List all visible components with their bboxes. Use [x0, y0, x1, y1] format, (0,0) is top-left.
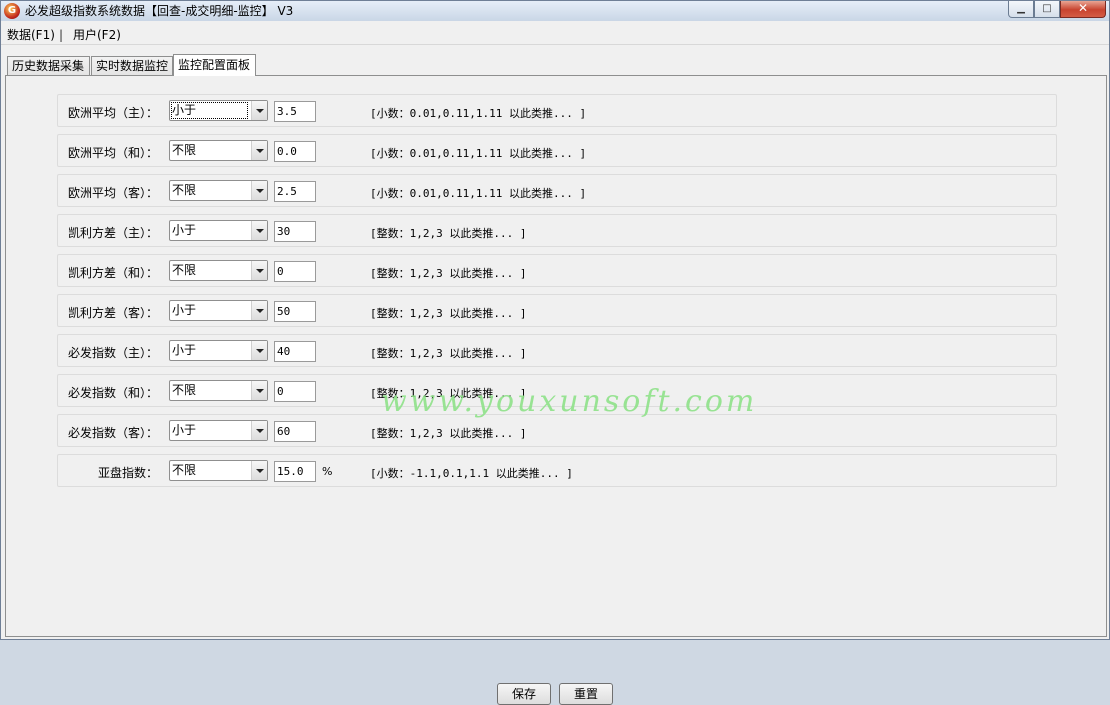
- threshold-input[interactable]: 15.0: [274, 461, 316, 482]
- close-button[interactable]: ✕: [1060, 1, 1106, 18]
- condition-select-value: 不限: [172, 383, 197, 397]
- row-label: 必发指数（和）：: [67, 386, 158, 400]
- chevron-down-icon[interactable]: [251, 421, 267, 440]
- menu-separator: |: [59, 28, 64, 42]
- menu-bar: 数据(F1) | 用户(F2): [1, 25, 1109, 45]
- format-hint: [小数：0.01,0.11,1.11 以此类推... ]: [370, 147, 587, 160]
- threshold-input[interactable]: 0: [274, 261, 316, 282]
- condition-select[interactable]: 不限: [169, 140, 268, 161]
- condition-select-value: 不限: [172, 143, 197, 157]
- format-hint: [小数：-1.1,0.1,1.1 以此类推... ]: [370, 467, 573, 480]
- tab-realtime-monitor[interactable]: 实时数据监控: [91, 56, 173, 76]
- condition-select[interactable]: 小于: [169, 300, 268, 321]
- minimize-button[interactable]: ▁: [1008, 1, 1034, 18]
- condition-select[interactable]: 不限: [169, 260, 268, 281]
- watermark: www.youxunsoft.com: [381, 384, 758, 419]
- maximize-button[interactable]: □: [1034, 1, 1060, 18]
- condition-select-value: 小于: [172, 423, 197, 437]
- condition-select-value: 不限: [172, 183, 197, 197]
- config-row: 欧洲平均（客）： 不限 2.5 [小数：0.01,0.11,1.11 以此类推... …: [57, 174, 1057, 207]
- chevron-down-icon[interactable]: [251, 381, 267, 400]
- threshold-input[interactable]: 60: [274, 421, 316, 442]
- threshold-input[interactable]: 2.5: [274, 181, 316, 202]
- tab-monitor-config[interactable]: 监控配置面板: [173, 54, 256, 76]
- maximize-icon: □: [1042, 3, 1052, 14]
- format-hint: [小数：0.01,0.11,1.11 以此类推... ]: [370, 107, 587, 120]
- threshold-input[interactable]: 30: [274, 221, 316, 242]
- row-label: 凯利方差（主）：: [67, 226, 158, 240]
- threshold-input[interactable]: 0.0: [274, 141, 316, 162]
- condition-select[interactable]: 小于: [169, 340, 268, 361]
- condition-select[interactable]: 小于: [169, 100, 268, 121]
- chevron-down-icon[interactable]: [251, 301, 267, 320]
- reset-button[interactable]: 重置: [559, 683, 613, 705]
- app-logo-icon: G: [4, 3, 20, 19]
- menu-data[interactable]: 数据(F1): [7, 25, 55, 45]
- config-panel: 欧洲平均（主）： 小于 3.5 [小数：0.01,0.11,1.11 以此类推... …: [5, 75, 1107, 705]
- title-bar[interactable]: G 必发超级指数系统数据【回查-成交明细-监控】 V3 ▁ □ ✕: [1, 1, 1109, 21]
- row-label: 必发指数（主）：: [67, 346, 158, 360]
- app-window: G 必发超级指数系统数据【回查-成交明细-监控】 V3 ▁ □ ✕ 数据(F1)…: [0, 0, 1110, 705]
- condition-select[interactable]: 不限: [169, 460, 268, 481]
- config-row: 欧洲平均（主）： 小于 3.5 [小数：0.01,0.11,1.11 以此类推... …: [57, 94, 1057, 127]
- condition-select-value: 不限: [172, 463, 197, 477]
- chevron-down-icon[interactable]: [251, 461, 267, 480]
- config-row: 凯利方差（客）： 小于 50 [整数：1,2,3 以此类推... ]: [57, 294, 1057, 327]
- save-button[interactable]: 保存: [497, 683, 551, 705]
- condition-select[interactable]: 不限: [169, 380, 268, 401]
- condition-select-value: 不限: [172, 263, 197, 277]
- threshold-input[interactable]: 50: [274, 301, 316, 322]
- row-label: 凯利方差（客）：: [67, 306, 158, 320]
- row-label: 欧洲平均（客）：: [67, 186, 158, 200]
- condition-select[interactable]: 小于: [169, 220, 268, 241]
- format-hint: [整数：1,2,3 以此类推... ]: [370, 347, 527, 360]
- config-row: 凯利方差（和）： 不限 0 [整数：1,2,3 以此类推... ]: [57, 254, 1057, 287]
- format-hint: [整数：1,2,3 以此类推... ]: [370, 227, 527, 240]
- row-label: 欧洲平均（和）：: [67, 146, 158, 160]
- threshold-input[interactable]: 3.5: [274, 101, 316, 122]
- config-row: 必发指数（主）： 小于 40 [整数：1,2,3 以此类推... ]: [57, 334, 1057, 367]
- format-hint: [整数：1,2,3 以此类推... ]: [370, 267, 527, 280]
- chevron-down-icon[interactable]: [251, 101, 267, 120]
- tab-history-collection[interactable]: 历史数据采集: [7, 56, 90, 76]
- threshold-input[interactable]: 0: [274, 381, 316, 402]
- chevron-down-icon[interactable]: [251, 341, 267, 360]
- window-title: 必发超级指数系统数据【回查-成交明细-监控】 V3: [25, 4, 294, 18]
- chevron-down-icon[interactable]: [251, 261, 267, 280]
- condition-select-value: 小于: [172, 303, 197, 317]
- condition-select[interactable]: 不限: [169, 180, 268, 201]
- condition-select-value: 小于: [171, 102, 248, 119]
- close-icon: ✕: [1077, 1, 1089, 15]
- condition-select-value: 小于: [172, 223, 197, 237]
- chevron-down-icon[interactable]: [251, 141, 267, 160]
- row-label: 必发指数（客）：: [67, 426, 158, 440]
- config-row: 亚盘指数： 不限 15.0% [小数：-1.1,0.1,1.1 以此类推... ]: [57, 454, 1057, 487]
- menu-user[interactable]: 用户(F2): [73, 25, 121, 45]
- row-label: 亚盘指数：: [97, 466, 158, 480]
- row-label: 欧洲平均（主）：: [67, 106, 158, 120]
- minimize-icon: ▁: [1017, 3, 1025, 14]
- row-label: 凯利方差（和）：: [67, 266, 158, 280]
- chevron-down-icon[interactable]: [251, 221, 267, 240]
- percent-suffix: %: [322, 465, 333, 478]
- config-row: 欧洲平均（和）： 不限 0.0 [小数：0.01,0.11,1.11 以此类推... …: [57, 134, 1057, 167]
- condition-select[interactable]: 小于: [169, 420, 268, 441]
- config-row: 凯利方差（主）： 小于 30 [整数：1,2,3 以此类推... ]: [57, 214, 1057, 247]
- chevron-down-icon[interactable]: [251, 181, 267, 200]
- condition-select-value: 小于: [172, 343, 197, 357]
- format-hint: [小数：0.01,0.11,1.11 以此类推... ]: [370, 187, 587, 200]
- threshold-input[interactable]: 40: [274, 341, 316, 362]
- format-hint: [整数：1,2,3 以此类推... ]: [370, 307, 527, 320]
- format-hint: [整数：1,2,3 以此类推... ]: [370, 427, 527, 440]
